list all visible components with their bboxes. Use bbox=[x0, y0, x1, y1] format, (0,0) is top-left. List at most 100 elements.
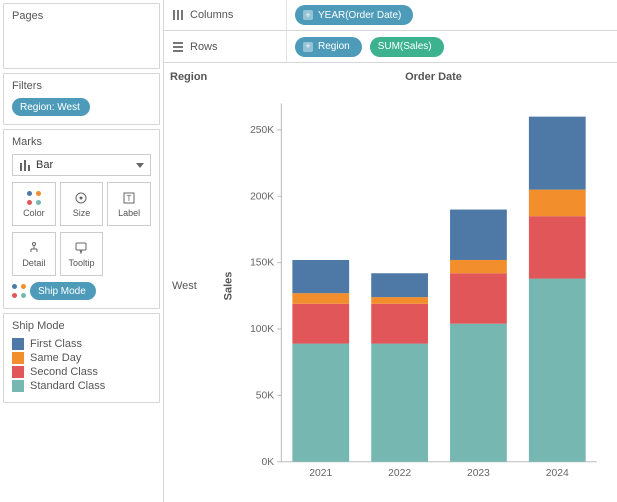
bar-segment[interactable] bbox=[450, 323, 507, 461]
rows-pills: + Region SUM(Sales) bbox=[295, 37, 444, 57]
ship-mode-pill-label: Ship Mode bbox=[38, 286, 86, 297]
columns-shelf[interactable]: Columns + YEAR(Order Date) bbox=[163, 0, 617, 31]
rows-text: Rows bbox=[190, 41, 218, 53]
legend-swatch bbox=[12, 352, 24, 364]
columns-pill-label: YEAR(Order Date) bbox=[318, 10, 401, 21]
mark-type-label: Bar bbox=[36, 159, 53, 171]
legend-swatch bbox=[12, 366, 24, 378]
marks-card: Marks Bar Color Size bbox=[3, 129, 160, 309]
mark-tooltip-button[interactable]: Tooltip bbox=[60, 232, 104, 276]
svg-text:2022: 2022 bbox=[388, 468, 411, 479]
right-panel: Columns + YEAR(Order Date) Rows + Region bbox=[163, 0, 617, 502]
bar-segment[interactable] bbox=[371, 343, 428, 461]
ship-mode-pill[interactable]: Ship Mode bbox=[30, 282, 96, 300]
detail-icon bbox=[27, 241, 41, 255]
legend-title: Ship Mode bbox=[12, 320, 151, 332]
pages-card[interactable]: Pages bbox=[3, 3, 160, 69]
expand-icon: + bbox=[303, 42, 313, 52]
svg-text:2021: 2021 bbox=[309, 468, 332, 479]
bar-segment[interactable] bbox=[292, 260, 349, 293]
bar-segment[interactable] bbox=[529, 216, 586, 278]
viz-headers: Region Order Date bbox=[170, 71, 607, 83]
chart-plot[interactable]: 0K50K100K150K200K250K2021202220232024 bbox=[236, 83, 607, 490]
legend-label: Same Day bbox=[30, 352, 81, 364]
mark-detail-label: Detail bbox=[22, 258, 45, 268]
bar-segment[interactable] bbox=[292, 343, 349, 461]
label-icon: T bbox=[122, 191, 136, 205]
marks-title: Marks bbox=[12, 136, 151, 148]
filters-title: Filters bbox=[12, 80, 151, 92]
legend-item[interactable]: Standard Class bbox=[12, 380, 151, 392]
tooltip-icon bbox=[74, 241, 88, 255]
orderdate-header: Order Date bbox=[260, 71, 607, 83]
size-icon bbox=[74, 191, 88, 205]
region-header: Region bbox=[170, 71, 260, 83]
legend-label: Standard Class bbox=[30, 380, 105, 392]
row-label-west: West bbox=[170, 83, 220, 490]
rows-shelf-label: Rows bbox=[172, 31, 287, 61]
marks-empty bbox=[107, 232, 151, 276]
columns-pill-year[interactable]: + YEAR(Order Date) bbox=[295, 5, 413, 25]
bar-segment[interactable] bbox=[529, 116, 586, 189]
viz-area: Region Order Date West Sales 0K 50K 100K 15… bbox=[163, 63, 617, 502]
legend-swatch bbox=[12, 380, 24, 392]
svg-text:2023: 2023 bbox=[467, 468, 490, 479]
svg-text:100K: 100K bbox=[250, 324, 274, 335]
mark-type-dropdown[interactable]: Bar bbox=[12, 154, 151, 176]
svg-text:T: T bbox=[127, 194, 132, 203]
mark-label-button[interactable]: T Label bbox=[107, 182, 151, 226]
mark-label-label: Label bbox=[118, 208, 140, 218]
legend-label: First Class bbox=[30, 338, 82, 350]
bar-segment[interactable] bbox=[371, 304, 428, 344]
bar-segment[interactable] bbox=[450, 260, 507, 273]
filters-card[interactable]: Filters Region: West bbox=[3, 73, 160, 125]
bar-segment[interactable] bbox=[371, 273, 428, 297]
bar-segment[interactable] bbox=[371, 297, 428, 304]
rows-pill-sales[interactable]: SUM(Sales) bbox=[370, 37, 444, 57]
legend-swatch bbox=[12, 338, 24, 350]
columns-pills: + YEAR(Order Date) bbox=[295, 5, 413, 25]
rows-shelf[interactable]: Rows + Region SUM(Sales) bbox=[163, 31, 617, 62]
legend-item[interactable]: Second Class bbox=[12, 366, 151, 378]
bar-segment[interactable] bbox=[292, 293, 349, 304]
legend-card: Ship Mode First Class Same Day Second Clas… bbox=[3, 313, 160, 403]
bar-segment[interactable] bbox=[292, 304, 349, 344]
mark-size-label: Size bbox=[73, 208, 91, 218]
mark-color-button[interactable]: Color bbox=[12, 182, 56, 226]
svg-text:200K: 200K bbox=[250, 191, 274, 202]
svg-text:150K: 150K bbox=[250, 258, 274, 269]
marks-ship-mode-row: Ship Mode bbox=[12, 282, 151, 300]
filter-pill-region[interactable]: Region: West bbox=[12, 98, 90, 116]
mark-size-button[interactable]: Size bbox=[60, 182, 104, 226]
bar-segment[interactable] bbox=[529, 189, 586, 216]
expand-icon: + bbox=[303, 10, 313, 20]
columns-shelf-label: Columns bbox=[172, 0, 287, 30]
rows-icon bbox=[172, 41, 184, 53]
marks-grid-2: Detail Tooltip bbox=[12, 232, 151, 276]
columns-text: Columns bbox=[190, 9, 233, 21]
y-axis-label: Sales bbox=[220, 83, 236, 490]
color-icon bbox=[27, 191, 41, 205]
bar-icon bbox=[19, 159, 31, 171]
pages-title: Pages bbox=[12, 10, 151, 22]
rows-pill-sales-label: SUM(Sales) bbox=[378, 41, 432, 52]
bar-segment[interactable] bbox=[450, 209, 507, 259]
marks-grid-1: Color Size T Label bbox=[12, 182, 151, 226]
legend-item[interactable]: Same Day bbox=[12, 352, 151, 364]
mark-detail-button[interactable]: Detail bbox=[12, 232, 56, 276]
svg-text:50K: 50K bbox=[256, 390, 274, 401]
mark-tooltip-label: Tooltip bbox=[68, 258, 94, 268]
bar-segment[interactable] bbox=[450, 273, 507, 323]
chevron-down-icon bbox=[136, 163, 144, 168]
mark-color-label: Color bbox=[23, 208, 45, 218]
legend-item[interactable]: First Class bbox=[12, 338, 151, 350]
columns-icon bbox=[172, 9, 184, 21]
left-panel: Pages Filters Region: West Marks Bar bbox=[0, 0, 163, 502]
rows-pill-region[interactable]: + Region bbox=[295, 37, 362, 57]
rows-pill-region-label: Region bbox=[318, 41, 350, 52]
color-icon bbox=[12, 284, 26, 298]
legend-label: Second Class bbox=[30, 366, 98, 378]
svg-text:250K: 250K bbox=[250, 125, 274, 136]
svg-text:0K: 0K bbox=[262, 457, 275, 468]
bar-segment[interactable] bbox=[529, 278, 586, 461]
